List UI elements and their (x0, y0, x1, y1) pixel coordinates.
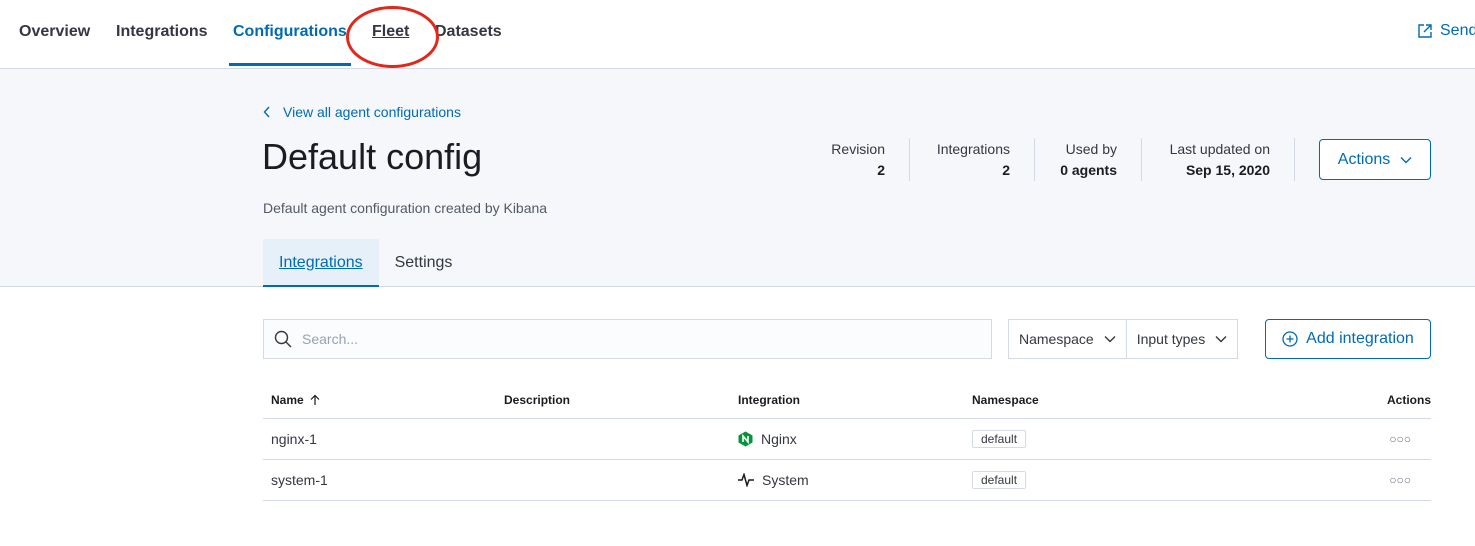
namespace-badge: default (972, 471, 1027, 489)
filter-group: Namespace Input types (1008, 319, 1239, 359)
input-types-filter[interactable]: Input types (1125, 320, 1238, 358)
nginx-icon (738, 431, 753, 447)
stat-value: Sep 15, 2020 (1185, 162, 1270, 178)
integration-label: System (762, 472, 809, 488)
search-icon (274, 330, 292, 348)
plus-in-circle-icon (1282, 331, 1298, 347)
tab-integrations[interactable]: Integrations (116, 0, 208, 66)
column-header-actions: Actions (1386, 393, 1431, 407)
page-title: Default config (262, 136, 483, 177)
add-integration-label: Add integration (1306, 330, 1414, 347)
back-link-label: View all agent configurations (283, 104, 461, 120)
filter-label: Namespace (1019, 331, 1094, 347)
integrations-table: Name Description Integration Namespace A… (263, 382, 1431, 501)
stat-label: Used by (1065, 141, 1117, 157)
tab-configurations[interactable]: Configurations (229, 0, 351, 66)
page-description: Default agent configuration created by K… (263, 200, 548, 216)
table-row: nginx-1 Nginx default ○○○ (263, 419, 1431, 460)
system-pulse-icon (738, 473, 754, 487)
stat-value: 2 (877, 162, 885, 178)
column-header-name[interactable]: Name (263, 393, 496, 407)
search-input[interactable] (302, 331, 962, 347)
stat-used-by: Used by 0 agents (1060, 141, 1117, 178)
tab-settings[interactable]: Settings (379, 239, 469, 287)
chevron-down-icon (1215, 336, 1227, 343)
divider (1034, 138, 1035, 181)
cell-actions: ○○○ (1198, 432, 1431, 446)
namespace-badge: default (972, 430, 1027, 448)
divider (909, 138, 910, 181)
chevron-down-icon (1104, 336, 1116, 343)
cell-actions: ○○○ (1198, 473, 1431, 487)
more-actions-icon[interactable]: ○○○ (1389, 432, 1411, 446)
tab-datasets[interactable]: Datasets (435, 0, 502, 66)
stat-last-updated: Last updated on Sep 15, 2020 (1170, 141, 1270, 178)
stat-label: Revision (831, 141, 885, 157)
stat-label: Last updated on (1169, 141, 1270, 157)
stat-value: 0 agents (1060, 162, 1117, 178)
tab-fleet[interactable]: Fleet (372, 0, 409, 66)
sort-ascending-icon (310, 394, 320, 405)
divider (1294, 138, 1295, 181)
actions-button[interactable]: Actions (1319, 139, 1431, 180)
table-row: system-1 System default ○○○ (263, 460, 1431, 501)
add-integration-button[interactable]: Add integration (1265, 319, 1431, 359)
send-label: Send (1440, 22, 1475, 39)
table-header: Name Description Integration Namespace A… (263, 382, 1431, 419)
more-actions-icon[interactable]: ○○○ (1389, 473, 1411, 487)
column-header-namespace[interactable]: Namespace (964, 393, 1198, 407)
cell-namespace: default (964, 430, 1198, 448)
cell-namespace: default (964, 471, 1198, 489)
divider (1141, 138, 1142, 181)
send-feedback-link[interactable]: Send (1418, 22, 1475, 40)
stat-label: Integrations (936, 141, 1010, 157)
config-tabs: Integrations Settings (263, 239, 468, 287)
namespace-filter[interactable]: Namespace (1009, 320, 1126, 358)
top-navigation: Overview Integrations Configurations Fle… (0, 0, 1475, 69)
actions-label: Actions (1337, 150, 1391, 168)
page-header: View all agent configurations Default co… (0, 69, 1475, 287)
cell-name: nginx-1 (271, 431, 317, 447)
tab-integrations-config[interactable]: Integrations (263, 239, 379, 287)
stat-revision: Revision 2 (831, 141, 885, 178)
tab-overview[interactable]: Overview (19, 0, 90, 66)
stat-value: 2 (1002, 162, 1010, 178)
cell-name: system-1 (271, 472, 328, 488)
integration-label: Nginx (761, 431, 797, 447)
column-header-integration[interactable]: Integration (730, 393, 964, 407)
external-link-icon (1418, 24, 1432, 38)
cell-integration[interactable]: Nginx (730, 431, 964, 447)
cell-integration[interactable]: System (730, 472, 964, 488)
column-header-description[interactable]: Description (496, 393, 730, 407)
filter-label: Input types (1136, 331, 1206, 347)
stat-integrations: Integrations 2 (937, 141, 1010, 178)
column-label: Name (271, 393, 304, 407)
chevron-down-icon (1400, 156, 1412, 163)
back-to-configurations-link[interactable]: View all agent configurations (263, 104, 461, 120)
search-bar[interactable] (263, 319, 992, 359)
chevron-left-icon (263, 106, 270, 118)
